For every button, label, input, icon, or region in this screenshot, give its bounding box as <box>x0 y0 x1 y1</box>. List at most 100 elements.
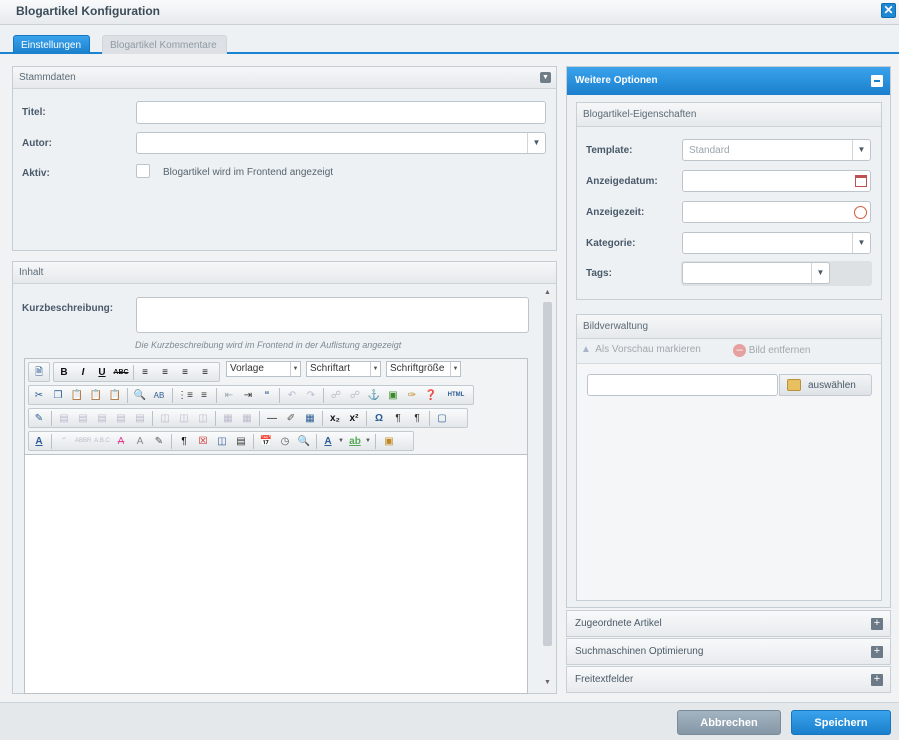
expand-icon[interactable]: + <box>871 618 883 630</box>
ltr-icon[interactable]: ¶ <box>390 411 406 426</box>
scroll-down-icon[interactable]: ▼ <box>541 679 554 689</box>
unlink-icon[interactable]: ☍ <box>347 388 363 403</box>
chevron-down-icon[interactable]: ▼ <box>852 140 870 160</box>
link-icon[interactable]: ☍ <box>328 388 344 403</box>
cut-icon[interactable]: ✂ <box>31 388 47 403</box>
expand-icon[interactable]: + <box>871 674 883 686</box>
help-icon[interactable]: ❓ <box>423 388 439 403</box>
row-props-icon[interactable]: ▤ <box>56 411 72 426</box>
calendar-icon[interactable] <box>855 175 867 187</box>
image-file-input[interactable] <box>587 374 778 396</box>
superscript-icon[interactable]: x² <box>346 411 362 426</box>
scrollbar-thumb[interactable] <box>543 302 552 646</box>
background-color-icon[interactable]: ab <box>347 434 363 449</box>
visual-chars-icon[interactable]: ¶ <box>176 434 192 449</box>
chevron-down-icon[interactable]: ▼ <box>364 434 372 449</box>
align-left-icon[interactable]: ≡ <box>137 365 153 380</box>
insert-time-icon[interactable]: ◷ <box>277 434 293 449</box>
strikethrough-icon[interactable]: ABC <box>113 365 129 380</box>
anzeigedatum-input[interactable] <box>682 170 871 192</box>
bold-icon[interactable]: B <box>56 365 72 380</box>
horizontal-rule-icon[interactable]: — <box>264 411 280 426</box>
editor-content-area[interactable] <box>25 456 527 693</box>
abbr-icon[interactable]: ABBR <box>75 434 91 449</box>
unordered-list-icon[interactable]: ⋮≡ <box>177 388 193 403</box>
chevron-down-icon[interactable]: ▼ <box>527 133 545 153</box>
save-button[interactable]: Speichern <box>791 710 891 735</box>
chevron-down-icon[interactable]: ▼ <box>337 434 345 449</box>
indent-icon[interactable]: ⇥ <box>240 388 256 403</box>
blockquote-icon[interactable]: “ <box>259 388 275 403</box>
tags-select[interactable]: ▼ <box>682 262 830 284</box>
redo-icon[interactable]: ↷ <box>303 388 319 403</box>
merge-cells-icon[interactable]: ▦ <box>239 411 255 426</box>
template-select[interactable]: Standard ▼ <box>682 139 871 161</box>
nonbreaking-icon[interactable]: ☒ <box>195 434 211 449</box>
close-icon[interactable]: ✕ <box>881 3 896 18</box>
text-color-icon[interactable]: A <box>320 434 336 449</box>
pagebreak-icon[interactable]: ▤ <box>233 434 249 449</box>
copy-icon[interactable]: ❐ <box>50 388 66 403</box>
acronym-icon[interactable]: A.B.C <box>94 434 110 449</box>
clock-icon[interactable] <box>854 206 867 219</box>
select-image-button[interactable]: auswählen <box>779 374 872 396</box>
undo-icon[interactable]: ↶ <box>284 388 300 403</box>
table-icon[interactable]: ▦ <box>302 411 318 426</box>
preview-icon[interactable]: 🔍 <box>296 434 312 449</box>
styles-icon[interactable]: A <box>31 434 47 449</box>
insert-col-before-icon[interactable]: ◫ <box>157 411 173 426</box>
kategorie-select[interactable]: ▼ <box>682 232 871 254</box>
anzeigezeit-input[interactable] <box>682 201 871 223</box>
remove-image-action[interactable]: – Bild entfernen <box>733 344 811 357</box>
ordered-list-icon[interactable]: ≡ <box>196 388 212 403</box>
section-freitextfelder[interactable]: Freitextfelder + <box>566 666 891 693</box>
remove-format-icon[interactable]: ✐ <box>283 411 299 426</box>
mark-preview-action[interactable]: ▲ Als Vorschau markieren <box>581 344 701 355</box>
kurzbeschreibung-textarea[interactable] <box>136 297 529 333</box>
insert-text-icon[interactable]: A <box>132 434 148 449</box>
chevron-down-icon[interactable]: ▼ <box>811 263 829 283</box>
underline-icon[interactable]: U <box>94 365 110 380</box>
outdent-icon[interactable]: ⇤ <box>221 388 237 403</box>
delete-col-icon[interactable]: ◫ <box>195 411 211 426</box>
delete-row-icon[interactable]: ▤ <box>132 411 148 426</box>
section-zugeordnete-artikel[interactable]: Zugeordnete Artikel + <box>566 610 891 637</box>
tab-blogartikel-kommentare[interactable]: Blogartikel Kommentare <box>102 35 227 54</box>
italic-icon[interactable]: I <box>75 365 91 380</box>
autor-select[interactable]: ▼ <box>136 132 546 154</box>
media-icon[interactable]: ▣ <box>381 434 397 449</box>
section-suchmaschinen-optimierung[interactable]: Suchmaschinen Optimierung + <box>566 638 891 665</box>
attributes-icon[interactable]: ✎ <box>151 434 167 449</box>
insert-col-after-icon[interactable]: ◫ <box>176 411 192 426</box>
titel-input[interactable] <box>136 101 546 124</box>
special-char-icon[interactable]: Ω <box>371 411 387 426</box>
cite-icon[interactable]: “” <box>56 434 72 449</box>
html-source-icon[interactable]: HTML <box>443 388 469 403</box>
fullscreen-icon[interactable]: ▢ <box>434 411 450 426</box>
edit-css-icon[interactable]: ✎ <box>31 411 47 426</box>
image-icon[interactable]: ▣ <box>385 388 401 403</box>
chevron-down-icon[interactable]: ▼ <box>852 233 870 253</box>
tab-einstellungen[interactable]: Einstellungen <box>13 35 90 54</box>
paste-word-icon[interactable]: 📋 <box>107 388 123 403</box>
aktiv-checkbox[interactable] <box>136 164 150 178</box>
insert-row-before-icon[interactable]: ▤ <box>94 411 110 426</box>
paste-text-icon[interactable]: 📋 <box>88 388 104 403</box>
scrollbar[interactable]: ▲ ▼ <box>541 289 554 689</box>
split-cells-icon[interactable]: ▦ <box>220 411 236 426</box>
format-select[interactable]: Vorlage ▼ <box>226 361 301 377</box>
paste-icon[interactable]: 📋 <box>69 388 85 403</box>
new-document-button[interactable]: 🗎 <box>28 362 50 382</box>
insert-date-icon[interactable]: 📅 <box>258 434 274 449</box>
align-justify-icon[interactable]: ≡ <box>197 365 213 380</box>
image-dropzone[interactable]: auswählen <box>577 363 881 600</box>
rtl-icon[interactable]: ¶ <box>409 411 425 426</box>
cell-props-icon[interactable]: ▤ <box>75 411 91 426</box>
font-select[interactable]: Schriftart ▼ <box>306 361 381 377</box>
find-icon[interactable]: 🔍 <box>132 388 148 403</box>
cleanup-icon[interactable]: ✑ <box>404 388 420 403</box>
font-size-select[interactable]: Schriftgröße ▼ <box>386 361 461 377</box>
align-center-icon[interactable]: ≡ <box>157 365 173 380</box>
insert-row-after-icon[interactable]: ▤ <box>113 411 129 426</box>
collapse-icon[interactable] <box>871 75 883 87</box>
